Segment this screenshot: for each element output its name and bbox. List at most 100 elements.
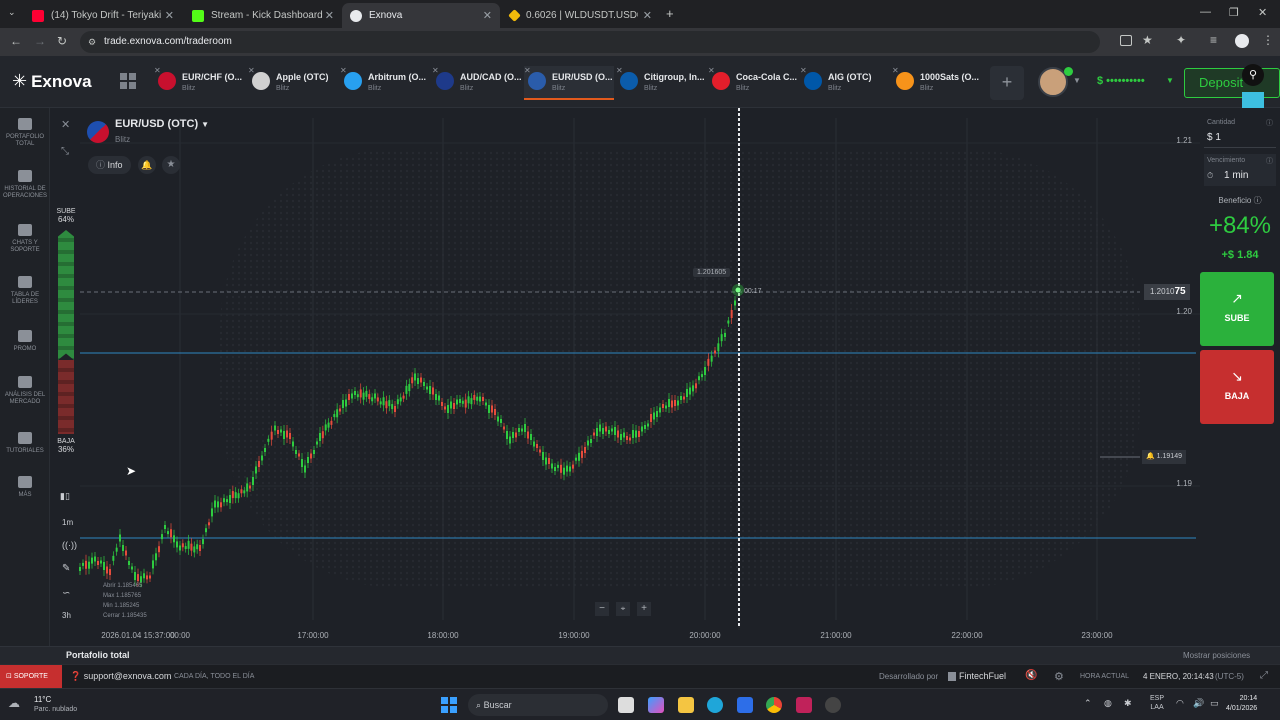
volume-icon[interactable]: 🔊 [1193,698,1204,709]
url-field[interactable]: ⚙ trade.exnova.com/traderoom [80,31,1100,53]
edge-icon[interactable] [707,697,723,713]
drawing-pen-icon[interactable]: ✎ [62,563,70,574]
alert-price-tag[interactable]: 🔔 1.19149 [1142,450,1186,464]
close-tab-icon[interactable]: ✕ [325,9,334,22]
tray-app-icon[interactable]: ◍ [1104,698,1112,709]
minimize-icon[interactable]: — [1200,6,1211,18]
expiry-field[interactable]: Vencimiento ⓘ ⏱ 1 min [1204,154,1276,186]
expiry-info-icon[interactable]: ⓘ [1266,156,1273,166]
asset-tab[interactable]: ✕ EUR/CHF (O... Blitz [154,66,244,100]
media-icon[interactable]: ≡ [1210,33,1217,47]
fullscreen-icon[interactable]: ⤢ [1260,670,1268,681]
copilot-icon[interactable] [648,697,664,713]
taskbar-search[interactable]: ⌕ Buscar [468,694,608,716]
app-icon[interactable] [825,697,841,713]
sidebar-item[interactable]: ANÁLISIS DEL MERCADO [0,376,50,406]
exnova-logo[interactable]: ✳ Exnova [12,71,92,92]
sidebar-item[interactable]: TUTORIALES [0,432,50,455]
tray-chevron-icon[interactable]: ⌃ [1084,698,1092,709]
reload-icon[interactable]: ↻ [57,34,67,48]
sidebar-item[interactable]: TABLA DE LÍDERES [0,276,50,306]
balance-dropdown-icon[interactable]: ▼ [1166,76,1174,85]
pair-selector[interactable]: EUR/USD (OTC) ▼ [115,118,209,130]
indicators-icon[interactable]: ((·)) [62,540,77,550]
sidebar-item[interactable]: HISTORIAL DE OPERACIONES [0,170,50,200]
undo-drawing-icon[interactable]: ∽ [62,588,70,599]
alert-price: 1.19149 [1156,453,1182,460]
grid-menu-icon[interactable] [120,73,136,89]
close-tab-icon[interactable]: ✕ [483,9,492,22]
sidebar-item[interactable]: PROMO [0,330,50,353]
chart-area[interactable]: 2026.01.04 15:37:00 00:00 17:00:00 18:00:00… [50,108,1200,646]
support-button[interactable]: ⊡ SOPORTE [0,665,62,688]
file-explorer-icon[interactable] [678,697,694,713]
info-button[interactable]: ⓘ Info [88,156,131,174]
tray-bluetooth-icon[interactable]: ✱ [1124,698,1132,709]
overlay-widget-icon[interactable]: ⚲ [1242,64,1264,86]
taskbar-clock[interactable]: 20:14 4/01/2026 [1226,694,1257,714]
extensions-icon[interactable]: ✦ [1176,33,1186,47]
profile-avatar[interactable] [1235,34,1249,48]
site-info-icon[interactable]: ⚙ [88,31,96,53]
wifi-icon[interactable]: ◠ [1176,698,1184,709]
bookmark-star-icon[interactable]: ★ [1142,33,1153,47]
asset-tab[interactable]: ✕ Arbitrum (O... Blitz [340,66,430,100]
browser-tab-kick[interactable]: Stream - Kick Dashboard ✕ [184,3,342,28]
asset-tab[interactable]: ✕ EUR/USD (O... Blitz [524,66,614,100]
sidebar-item[interactable]: CHATS Y SOPORTE [0,224,50,254]
browser-tab-youtube[interactable]: (14) Tokyo Drift - Teriyaki B ✕ [24,3,182,28]
new-tab-icon[interactable]: + [666,6,674,21]
baja-button[interactable]: ↘ BAJA [1200,350,1274,424]
install-app-icon[interactable] [1120,35,1132,46]
browser-menu-icon[interactable]: ⋮ [1262,33,1274,47]
asset-tab[interactable]: ✕ Apple (OTC) Blitz [248,66,338,100]
timeframe-button[interactable]: 1m [62,518,73,527]
amount-info-icon[interactable]: ⓘ [1266,118,1273,128]
browser-tab-binance[interactable]: 0.6026 | WLDUSDT.USD©-Marg ✕ [502,3,660,28]
chrome-icon[interactable] [766,697,782,713]
tiktok-icon[interactable] [796,697,812,713]
back-icon[interactable]: ← [10,34,22,48]
support-email[interactable]: ❓ support@exnova.com [70,671,171,682]
task-view-icon[interactable] [618,697,634,713]
zoom-out-button[interactable]: − [595,602,609,616]
amount-field[interactable]: Cantidad ⓘ $ 1 [1204,116,1276,148]
balance-display[interactable]: $ •••••••••• [1097,75,1145,87]
avatar-dropdown-icon[interactable]: ▼ [1073,76,1081,85]
close-window-icon[interactable]: ✕ [1258,6,1267,19]
close-tab-icon[interactable]: ✕ [165,9,174,22]
battery-icon[interactable]: ▭ [1210,698,1219,709]
show-positions-link[interactable]: Mostrar posiciones [1183,651,1250,660]
forward-icon[interactable]: → [34,34,46,48]
deposit-button[interactable]: Deposit [1184,68,1280,98]
sidebar-item[interactable]: PORTAFOLIO TOTAL [0,118,50,148]
price-chart[interactable]: 2026.01.04 15:37:0000:00 17:00:00 18:00:00… [50,108,1200,646]
favorite-star-icon[interactable]: ★ [162,156,180,174]
language-indicator[interactable]: ESP LAA [1150,694,1164,712]
collapse-chart-icon[interactable]: ⤡ [61,146,69,157]
add-asset-button[interactable]: + [990,66,1024,100]
asset-tab[interactable]: ✕ AIG (OTC) Blitz [800,66,890,100]
zoom-reset-button[interactable]: ⌖ [616,602,630,616]
asset-tab[interactable]: ✕ 1000Sats (O... Blitz [892,66,982,100]
sound-icon[interactable]: 🔇 [1025,670,1037,681]
maximize-icon[interactable]: ❐ [1229,6,1239,19]
close-tab-icon[interactable]: ✕ [643,9,652,22]
profit-info-icon[interactable]: ⓘ [1254,196,1262,205]
candle-type-button[interactable]: ▮▯ [60,491,70,502]
asset-tab[interactable]: ✕ Coca-Cola C... Blitz [708,66,798,100]
asset-tab[interactable]: ✕ AUD/CAD (O... Blitz [432,66,522,100]
zoom-in-button[interactable]: + [637,602,651,616]
browser-tab-exnova[interactable]: Exnova ✕ [342,3,500,28]
sidebar-item[interactable]: MÁS [0,476,50,499]
sube-button[interactable]: ↗ SUBE [1200,272,1274,346]
alert-bell-icon[interactable]: 🔔 [138,156,156,174]
close-chart-icon[interactable]: ✕ [61,118,70,131]
store-icon[interactable] [737,697,753,713]
period-button[interactable]: 3h [62,611,71,620]
asset-tab[interactable]: ✕ Citigroup, In... Blitz [616,66,706,100]
windows-start-icon[interactable] [441,697,457,713]
portfolio-tab[interactable]: Portafolio total [66,650,130,660]
tab-search-icon[interactable]: ⌄ [8,7,16,18]
settings-gear-icon[interactable]: ⚙ [1054,670,1064,683]
